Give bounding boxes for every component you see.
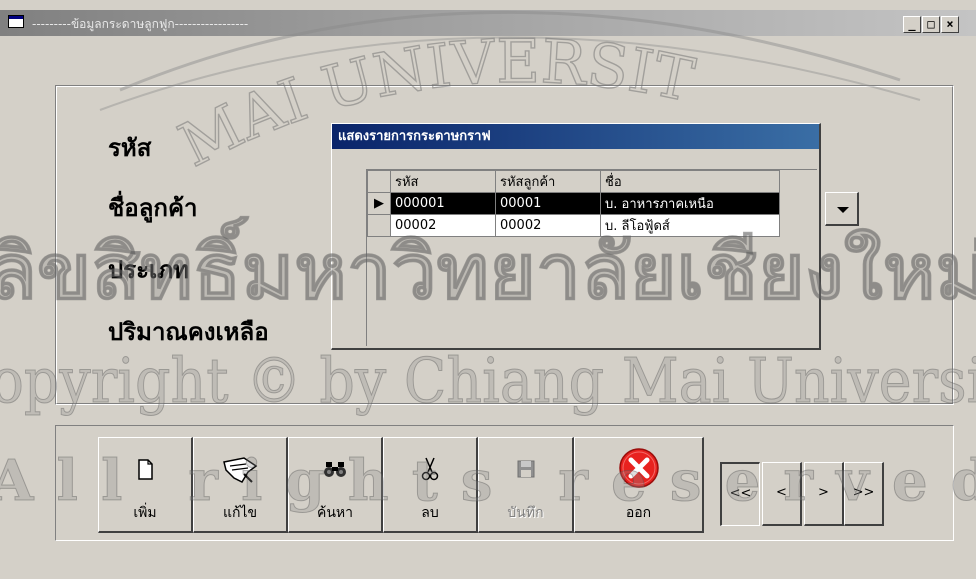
- save-button[interactable]: บันทึก: [478, 437, 574, 533]
- edit-button-label: แก้ไข: [222, 505, 258, 521]
- nav-first-button[interactable]: <<: [720, 462, 760, 526]
- edit-button[interactable]: แก้ไข: [193, 437, 288, 533]
- label-customer-name: ชื่อลูกค้า: [108, 194, 198, 222]
- cell-name[interactable]: บ. อาหารภาคเหนือ: [600, 192, 780, 215]
- new-document-icon: [99, 452, 191, 488]
- grid-header-row: รหัส รหัสลูกค้า ชื่อ: [367, 170, 780, 193]
- minimize-button[interactable]: _: [903, 16, 921, 33]
- nav-prev-button[interactable]: <: [762, 462, 802, 526]
- lookup-dialog-title: แสดงรายการกระดาษกราฟ: [332, 124, 819, 149]
- label-remaining-quantity: ปริมาณคงเหลือ: [108, 318, 269, 346]
- delete-button-label: ลบ: [421, 505, 439, 521]
- nav-last-button[interactable]: >>: [844, 462, 884, 526]
- cell-name[interactable]: บ. ลีโอฟู้ดส์: [600, 214, 780, 237]
- nav-next-button[interactable]: >: [804, 462, 844, 526]
- cell-customer-code[interactable]: 00002: [495, 214, 601, 237]
- lookup-dialog: แสดงรายการกระดาษกราฟ รหัส รหัสลูกค้า ชื่…: [331, 123, 821, 350]
- search-button-label: ค้นหา: [316, 505, 354, 521]
- edit-hand-icon: [194, 452, 286, 488]
- add-button-label: เพิ่ม: [133, 505, 157, 521]
- window-title: ---------ข้อมูลกระดาษลูกฟูก-------------…: [32, 17, 249, 31]
- row-indicator-icon: [367, 214, 391, 237]
- scissors-icon: [384, 452, 476, 488]
- row-indicator-icon: ▶: [367, 192, 391, 215]
- label-code: รหัส: [108, 134, 152, 162]
- save-disk-icon: [479, 452, 572, 488]
- grid-corner: [367, 170, 391, 193]
- grid-header-code[interactable]: รหัส: [390, 170, 496, 193]
- add-button[interactable]: เพิ่ม: [98, 437, 193, 533]
- exit-button-label: ออก: [625, 505, 652, 521]
- customer-dropdown-button[interactable]: [825, 192, 859, 226]
- table-row[interactable]: ▶ 000001 00001 บ. อาหารภาคเหนือ: [367, 192, 780, 215]
- cell-code[interactable]: 00002: [390, 214, 496, 237]
- delete-button[interactable]: ลบ: [383, 437, 478, 533]
- save-button-label: บันทึก: [507, 505, 544, 521]
- window-titlebar[interactable]: ---------ข้อมูลกระดาษลูกฟูก-------------…: [0, 10, 976, 36]
- grid-header-name[interactable]: ชื่อ: [600, 170, 780, 193]
- close-window-button[interactable]: ×: [941, 16, 959, 33]
- grid-header-customer-code[interactable]: รหัสลูกค้า: [495, 170, 601, 193]
- cell-code[interactable]: 000001: [390, 192, 496, 215]
- maximize-button[interactable]: □: [922, 16, 940, 33]
- table-row[interactable]: 00002 00002 บ. ลีโอฟู้ดส์: [367, 214, 780, 237]
- binoculars-icon: [289, 452, 381, 488]
- exit-close-icon: [575, 446, 702, 488]
- cell-customer-code[interactable]: 00001: [495, 192, 601, 215]
- window-system-icon[interactable]: [8, 15, 24, 28]
- exit-button[interactable]: ออก: [574, 437, 704, 533]
- label-type: ประเภท: [108, 256, 189, 284]
- lookup-table: รหัส รหัสลูกค้า ชื่อ ▶ 000001 00001 บ. อ…: [367, 170, 780, 237]
- lookup-grid[interactable]: รหัส รหัสลูกค้า ชื่อ ▶ 000001 00001 บ. อ…: [366, 169, 817, 346]
- search-button[interactable]: ค้นหา: [288, 437, 383, 533]
